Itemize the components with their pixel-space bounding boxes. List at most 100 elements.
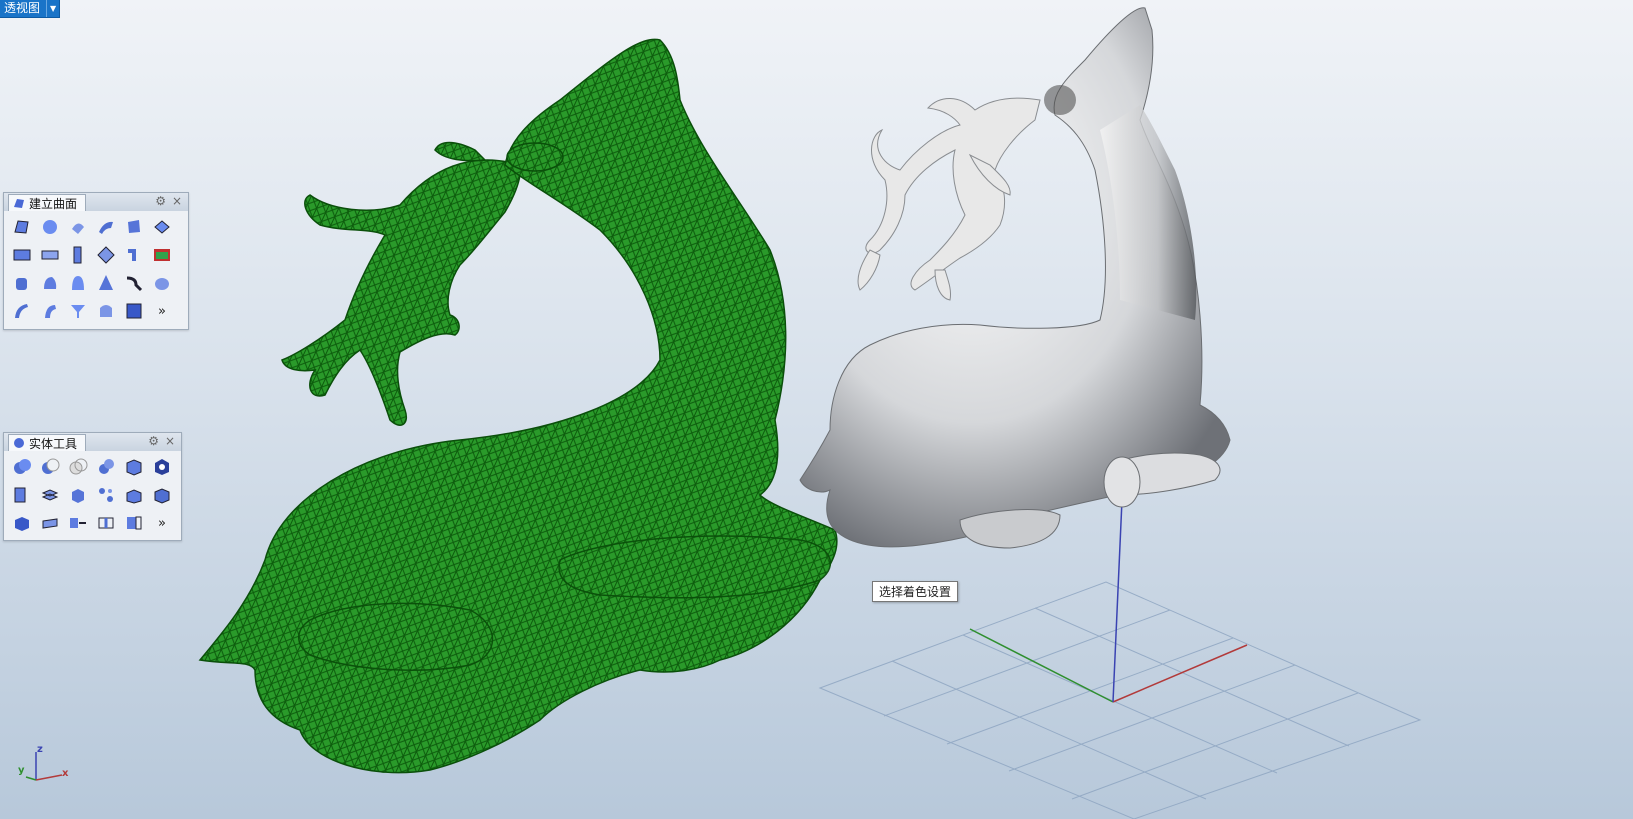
network-surface-button[interactable]	[94, 243, 118, 267]
sweep1-button[interactable]	[10, 299, 34, 323]
shell-icon	[41, 489, 59, 501]
fillet-surface-button[interactable]	[122, 299, 146, 323]
wire-cut-icon	[42, 518, 58, 529]
extrude-face-icon	[126, 489, 142, 504]
sweep1-icon	[15, 304, 28, 318]
heightfield-icon	[154, 249, 170, 261]
sphere-surface-button[interactable]	[38, 215, 62, 239]
construction-grid	[818, 581, 1422, 819]
boolean-intersection-button[interactable]	[66, 455, 90, 479]
boolean-union-button[interactable]	[10, 455, 34, 479]
revolve-icon	[72, 276, 84, 290]
sweep2-button[interactable]	[38, 299, 62, 323]
fillet-edge-button[interactable]	[10, 483, 34, 507]
vertical-plane-button[interactable]	[66, 243, 90, 267]
panel-title: 建立曲面	[29, 196, 78, 211]
panel-header[interactable]: 建立曲面 ⚙ ×	[4, 193, 188, 211]
panel-title: 实体工具	[29, 436, 78, 451]
surface-from-points-button[interactable]	[10, 215, 34, 239]
rail-revolve-button[interactable]	[38, 271, 62, 295]
difference-icon	[42, 458, 60, 474]
fold-face-icon	[127, 516, 142, 530]
move-face-icon	[99, 488, 113, 502]
close-icon[interactable]: ×	[165, 434, 175, 448]
extract-icon	[155, 459, 169, 475]
split-face-icon	[98, 517, 114, 529]
extrude-surface-button[interactable]	[150, 215, 174, 239]
panel-header[interactable]: 实体工具 ⚙ ×	[4, 433, 181, 451]
shaded-deer	[799, 7, 1231, 549]
extrude-face-button[interactable]	[122, 483, 146, 507]
offset-surface-button[interactable]	[94, 299, 118, 323]
fin-icon	[71, 305, 85, 318]
sweep2-icon	[45, 305, 56, 318]
more-tools-button[interactable]: »	[150, 511, 174, 535]
sphere-icon	[43, 220, 57, 234]
chevron-down-icon[interactable]: ▼	[46, 0, 59, 17]
move-edge-button[interactable]	[66, 511, 90, 535]
drape-button[interactable]	[150, 271, 174, 295]
heightfield-button[interactable]	[150, 243, 174, 267]
axis-x-label: x	[62, 768, 69, 779]
sweep-icon	[99, 221, 113, 234]
viewport-tab[interactable]: 透视图 ▼	[0, 0, 61, 18]
boolean-difference-button[interactable]	[38, 455, 62, 479]
box-solid-button[interactable]	[66, 483, 90, 507]
shell-button[interactable]	[38, 483, 62, 507]
drape-icon	[155, 278, 169, 290]
boolean-split-button[interactable]	[94, 455, 118, 479]
move-edge-icon	[70, 518, 86, 528]
cone-surface-button[interactable]	[94, 271, 118, 295]
solid-toolbar-panel: 实体工具 ⚙ × »	[3, 432, 182, 541]
more-tools-button[interactable]: »	[150, 299, 174, 323]
extrude-closed-button[interactable]	[10, 271, 34, 295]
rail-revolve-icon	[44, 277, 57, 289]
tooltip: 选择着色设置	[872, 581, 959, 602]
fin-button[interactable]	[66, 299, 90, 323]
loft-button[interactable]	[122, 215, 146, 239]
solid-box-button[interactable]	[150, 483, 174, 507]
cap-holes-button[interactable]	[122, 455, 146, 479]
union-icon	[14, 459, 31, 474]
plane-button[interactable]	[10, 243, 34, 267]
fold-face-button[interactable]	[122, 511, 146, 535]
solid-cube-button[interactable]	[10, 511, 34, 535]
viewport-canvas[interactable]	[0, 0, 1633, 819]
axis-indicator	[25, 752, 63, 781]
box-icon	[72, 489, 84, 503]
intersection-icon	[69, 458, 88, 475]
blend-icon	[126, 276, 143, 292]
wire-cut-button[interactable]	[38, 511, 62, 535]
cube-icon	[15, 517, 29, 531]
gear-icon[interactable]: ⚙	[148, 434, 159, 448]
sweep-button[interactable]	[94, 215, 118, 239]
cone-icon	[99, 275, 113, 290]
corner-points-icon	[14, 220, 29, 234]
axis-y-label: y	[18, 765, 25, 776]
close-icon[interactable]: ×	[172, 194, 182, 208]
patch-icon	[72, 223, 84, 234]
rect-plane-icon	[41, 250, 59, 260]
revolve-button[interactable]	[66, 271, 90, 295]
vertical-plane-icon	[73, 246, 82, 264]
tab-surface[interactable]: 建立曲面	[8, 194, 87, 211]
cap-icon	[126, 459, 142, 476]
cylinder-icon	[16, 278, 27, 290]
move-face-button[interactable]	[94, 483, 118, 507]
blend-surface-button[interactable]	[122, 271, 146, 295]
split-face-button[interactable]	[94, 511, 118, 535]
solid-icon	[14, 438, 24, 448]
gear-icon[interactable]: ⚙	[155, 194, 166, 208]
edge-surface-button[interactable]	[122, 243, 146, 267]
rectangle-plane-button[interactable]	[38, 243, 62, 267]
tab-solid-tools[interactable]: 实体工具	[8, 434, 87, 451]
plane-icon	[13, 249, 31, 261]
patch-button[interactable]	[66, 215, 90, 239]
mesh-deer	[198, 38, 838, 774]
viewport-title[interactable]: 透视图	[0, 0, 46, 17]
extract-surface-button[interactable]	[150, 455, 174, 479]
extrude-icon	[154, 220, 170, 234]
surface-icon	[14, 199, 24, 208]
fillet-edge-icon	[14, 487, 26, 503]
axis-z-label: z	[37, 744, 43, 755]
